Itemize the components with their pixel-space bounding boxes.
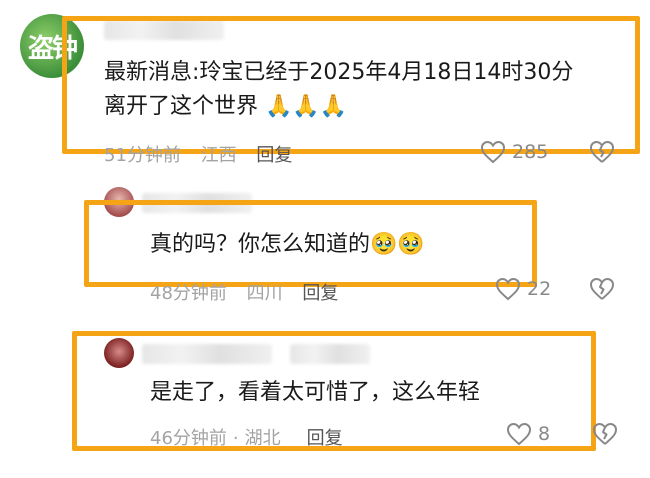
comment-text: 最新消息:玲宝已经于2025年4月18日14时30分 离开了这个世界 🙏🙏🙏 [104, 56, 573, 124]
like-button[interactable]: 285 [480, 140, 548, 164]
teary-emoji: 🥹🥹 [370, 232, 425, 257]
comment-text-line1: 最新消息:玲宝已经于2025年4月18日14时30分 [104, 60, 574, 85]
like-button[interactable]: 22 [495, 277, 551, 301]
reply-button[interactable]: 回复 [302, 283, 338, 304]
comment-body: 是走了，看着太可惜了，这么年轻 [150, 380, 481, 405]
comment-thread: 盗钟 最新消息:玲宝已经于2025年4月18日14时30分 离开了这个世界 🙏🙏… [0, 0, 650, 478]
comment-location: 湖北 [244, 428, 281, 449]
comment-text: 真的吗？你怎么知道的🥹🥹 [150, 228, 425, 262]
dislike-button[interactable] [589, 277, 615, 301]
like-count: 22 [527, 278, 552, 300]
dislike-button[interactable] [589, 140, 615, 164]
comment-meta: 51分钟前 江西 回复 [104, 141, 306, 167]
comment-time: 48分钟前 [150, 283, 227, 304]
broken-heart-icon [590, 141, 614, 163]
like-count: 285 [512, 141, 549, 163]
comment-text: 是走了，看着太可惜了，这么年轻 [150, 376, 480, 410]
comment-location: 四川 [246, 283, 283, 304]
comment-body: 真的吗？你怎么知道的 [150, 232, 371, 257]
like-count: 8 [538, 423, 551, 445]
comment-text-line2: 离开了这个世界 [104, 94, 259, 119]
pray-emoji: 🙏🙏🙏 [265, 94, 348, 119]
comment-time: 51分钟前 [104, 145, 181, 166]
reply-button[interactable]: 回复 [307, 428, 343, 449]
reply-button[interactable]: 回复 [256, 145, 292, 166]
meta-separator: · [232, 428, 239, 449]
broken-heart-icon [593, 423, 617, 445]
dislike-button[interactable] [592, 422, 618, 446]
broken-heart-icon [590, 278, 614, 300]
like-button[interactable]: 8 [506, 422, 550, 446]
comment-meta: 48分钟前 四川 回复 [150, 279, 352, 305]
heart-icon [506, 422, 532, 446]
comment-location: 江西 [200, 145, 237, 166]
heart-icon [480, 140, 506, 164]
comment-time: 46分钟前 [150, 428, 227, 449]
comment-meta: 46分钟前 · 湖北 回复 [150, 424, 357, 450]
heart-icon [495, 277, 521, 301]
